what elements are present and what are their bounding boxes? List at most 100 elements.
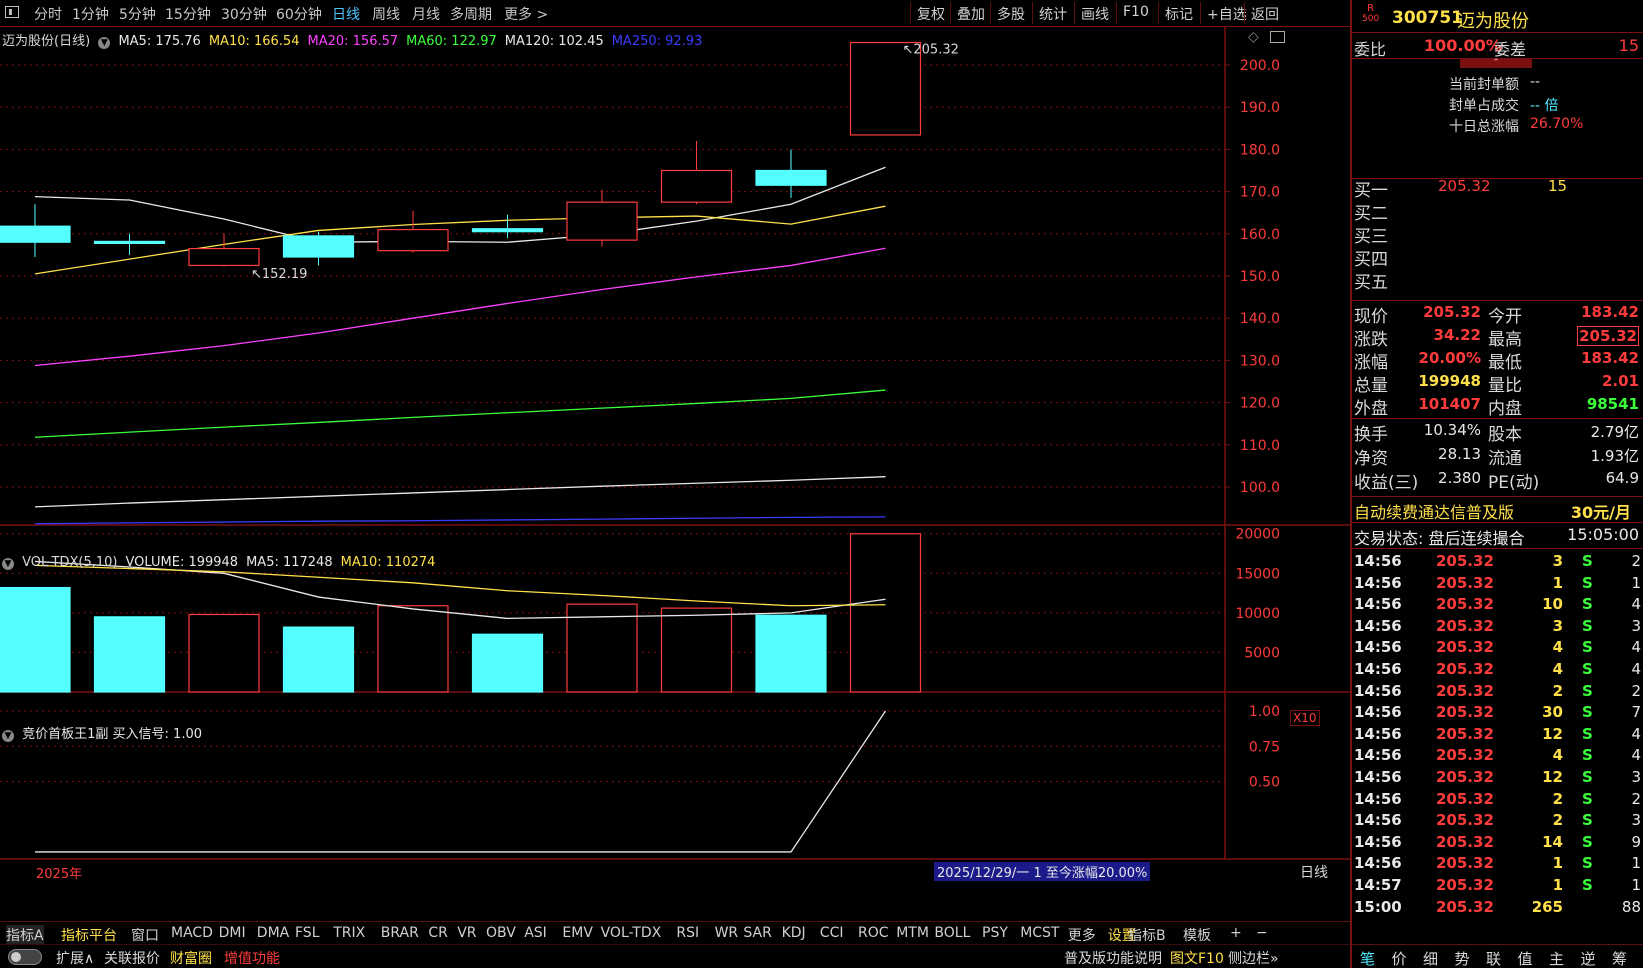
indicator-tab[interactable]: 更多 <box>1068 925 1096 945</box>
tick-view-tab[interactable]: 联 <box>1486 948 1501 968</box>
tick-view-tab[interactable]: 笔 <box>1360 948 1375 968</box>
collapse-arrow-icon[interactable]: ⌃ <box>1460 59 1532 68</box>
period-tab[interactable]: 15分钟 <box>165 4 211 24</box>
indicator-tab[interactable]: TRIX <box>333 925 365 941</box>
bottom-tab[interactable]: 关联报价 <box>104 948 160 968</box>
bid-row: 买五 <box>1354 273 1388 293</box>
ad-row[interactable]: 自动续费通达信普及版 30元/月 <box>1352 499 1643 522</box>
indicator-tab[interactable]: − <box>1256 925 1268 941</box>
indicator-tab[interactable]: RSI <box>676 925 699 941</box>
tick-view-tab[interactable]: 筹 <box>1612 948 1627 968</box>
period-tab[interactable]: 月线 <box>412 4 440 24</box>
tick-row: 14:56 205.32 14 S 9 <box>1354 832 1641 851</box>
indicator-tab[interactable]: ASI <box>524 925 547 941</box>
toolbar-button[interactable]: 返回 <box>1244 2 1285 24</box>
kline-chart-area[interactable]: 100.0 110.0 120.0 130.0 140.0 150.0 160.0 170.0… <box>0 27 1350 904</box>
indicator-tab[interactable]: OBV <box>486 925 516 941</box>
indicator-tab[interactable]: CCI <box>820 925 844 941</box>
toolbar-button[interactable]: 多股 <box>990 2 1031 24</box>
volume-tick-label: 15000 <box>1235 566 1280 582</box>
indicator-tab[interactable]: BRAR <box>381 925 419 941</box>
stat-row: 现价 205.32 今开 183.42 <box>1354 303 1639 327</box>
price-tick-label: 100.0 <box>1240 480 1280 496</box>
indicator-tab[interactable]: + <box>1230 925 1242 941</box>
indicator-tab[interactable]: FSL <box>295 925 320 941</box>
indicator-tab[interactable]: DMA <box>257 925 289 941</box>
stat-row: 涨跌 34.22 最高 205.32 <box>1354 326 1639 350</box>
indicator-tab[interactable]: SAR <box>743 925 771 941</box>
kline-chart-svg[interactable]: 100.0 110.0 120.0 130.0 140.0 150.0 160.0 170.0… <box>0 27 1350 904</box>
period-tab[interactable]: 日线 <box>332 4 360 24</box>
dropdown-icon[interactable]: ▼ <box>2 558 14 570</box>
indicator-tab[interactable]: 指标平台 <box>61 925 117 945</box>
indicator-tab[interactable]: MCST <box>1020 925 1059 941</box>
tick-view-tab[interactable]: 主 <box>1549 948 1564 968</box>
candle-body <box>755 169 827 186</box>
indicator-tab[interactable]: ROC <box>858 925 889 941</box>
dropdown-icon[interactable]: ▼ <box>98 37 111 49</box>
price-tick-label: 170.0 <box>1240 185 1280 201</box>
tick-view-tab[interactable]: 势 <box>1455 948 1470 968</box>
bottom-right-tab[interactable]: 侧边栏» <box>1228 948 1279 968</box>
toolbar-button[interactable]: F10 <box>1116 2 1155 24</box>
indicator-tab[interactable]: EMV <box>562 925 593 941</box>
period-tab[interactable]: 60分钟 <box>276 4 322 24</box>
period-tab[interactable]: 周线 <box>372 4 400 24</box>
indicator-tab[interactable]: 模板 <box>1183 925 1211 945</box>
diamond-icon[interactable]: ◇ <box>1248 29 1259 45</box>
indicator-tab[interactable]: WR <box>715 925 739 941</box>
window-toggle-icon[interactable] <box>5 6 19 18</box>
bottom-tab[interactable]: 增值功能 <box>224 948 280 968</box>
ma-legend-item: MA5: 175.76 <box>118 34 201 49</box>
bottom-tab[interactable]: 财富圈 <box>170 948 212 968</box>
bottom-right-tab[interactable]: 普及版功能说明 <box>1064 948 1162 968</box>
indicator-tab[interactable]: MACD <box>171 925 213 941</box>
volume-tick-label: 10000 <box>1235 606 1280 622</box>
tick-view-tab[interactable]: 细 <box>1423 948 1438 968</box>
indicator-tab[interactable]: BOLL <box>934 925 970 941</box>
bottom-tab[interactable]: 扩展∧ <box>56 948 94 968</box>
toolbar-button[interactable]: 复权 <box>910 2 951 24</box>
indicator-tab[interactable]: MTM <box>896 925 929 941</box>
indicator-tab[interactable]: 窗口 <box>131 925 159 945</box>
period-tab[interactable]: 更多 > <box>504 4 548 24</box>
tick-view-tab[interactable]: 值 <box>1518 948 1533 968</box>
candle-body <box>0 225 71 243</box>
tick-row: 14:56 205.32 1 S 1 <box>1354 573 1641 592</box>
trade-status-row: 交易状态: 盘后连续撮合 15:05:00 <box>1354 525 1639 548</box>
period-tab[interactable]: 分时 <box>34 4 62 24</box>
tick-view-tab[interactable]: 逆 <box>1581 948 1596 968</box>
indicator-tab[interactable]: PSY <box>982 925 1008 941</box>
panel-toggle-icon[interactable] <box>1270 31 1285 43</box>
volume-bar <box>93 616 166 693</box>
toolbar-button[interactable]: 画线 <box>1074 2 1115 24</box>
indicator-tab[interactable]: CR <box>428 925 448 941</box>
ma-legend-item: MA20: 156.57 <box>307 34 399 49</box>
signal-tick-label: 1.00 <box>1249 704 1280 720</box>
tick-row: 14:57 205.32 1 S 1 <box>1354 876 1641 894</box>
indicator-tab[interactable]: KDJ <box>782 925 806 941</box>
indicator-tab[interactable]: 指标B <box>1128 925 1166 945</box>
ma-line-ma120 <box>34 476 886 508</box>
toolbar-button[interactable]: 统计 <box>1032 2 1073 24</box>
volume-bar <box>660 607 733 693</box>
candle-body <box>282 235 355 258</box>
bid-row: 买四 <box>1354 250 1388 270</box>
bottom-right-tab[interactable]: 图文F10 <box>1170 948 1224 968</box>
price-tick-label: 200.0 <box>1240 58 1280 74</box>
period-tab[interactable]: 5分钟 <box>119 4 156 24</box>
toolbar-button[interactable]: 标记 <box>1158 2 1199 24</box>
toolbar-button[interactable]: 叠加 <box>950 2 991 24</box>
indicator-tab[interactable]: DMI <box>219 925 246 941</box>
toggle-switch[interactable] <box>8 949 42 965</box>
period-tab[interactable]: 30分钟 <box>221 4 267 24</box>
indicator-tab[interactable]: 指标A <box>6 925 44 945</box>
period-tab[interactable]: 多周期 <box>450 4 492 24</box>
dropdown-icon[interactable]: ▼ <box>2 730 14 742</box>
indicator-tab[interactable]: VOL-TDX <box>601 925 662 941</box>
period-tab[interactable]: 1分钟 <box>72 4 109 24</box>
ma-legend-item: MA120: 102.45 <box>504 34 604 49</box>
tick-view-tab[interactable]: 价 <box>1392 948 1407 968</box>
indicator-tab[interactable]: VR <box>457 925 476 941</box>
candle-body <box>377 228 449 252</box>
